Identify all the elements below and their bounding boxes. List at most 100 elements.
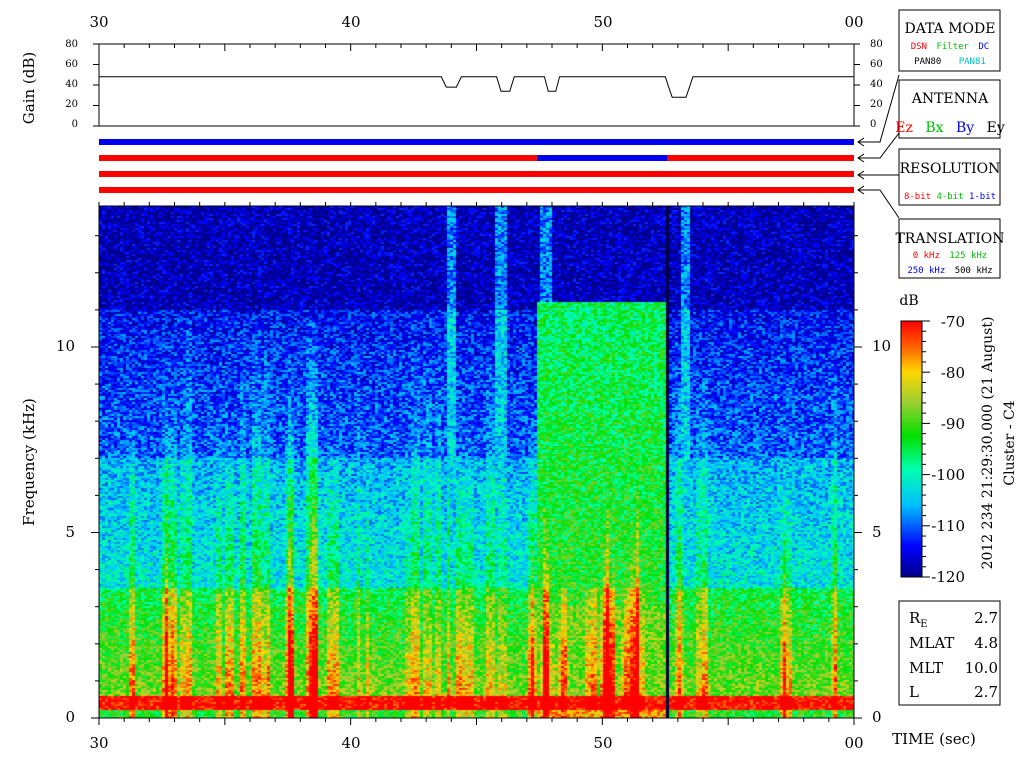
- bottom-time-tick: 00: [844, 734, 863, 752]
- legend-title: DATA MODE: [905, 21, 996, 37]
- freq-tick-label: 10: [56, 337, 75, 355]
- legend-item: By: [956, 120, 974, 136]
- spectrogram-canvas: [99, 206, 854, 718]
- legend-line: 250 kHz 500 kHz: [907, 266, 992, 276]
- top-time-tick: 40: [341, 13, 360, 31]
- legend-line: DSN Filter DC: [911, 42, 989, 52]
- orbit-value: 2.7: [974, 609, 998, 627]
- orbit-label-sub: E: [920, 619, 927, 630]
- legend-item: PAN81: [959, 57, 986, 67]
- gain-tick-label: 80: [870, 39, 883, 50]
- colorbar: dB -70 -80 -90 -100 -110 -120: [899, 293, 965, 586]
- colorbar-tick-label: -70: [941, 313, 965, 331]
- colorbar-tick-label: -80: [941, 364, 965, 382]
- legend-item: Ey: [987, 120, 1005, 136]
- gain-right-ticklabels: 80 60 40 20 0: [870, 39, 883, 130]
- gain-tick-label: 20: [65, 99, 78, 110]
- legend-item: 125 kHz: [949, 251, 987, 261]
- freq-tick-label: 0: [65, 708, 75, 726]
- freq-tick-label: 0: [872, 708, 882, 726]
- gain-panel-frame: [98, 43, 855, 127]
- status-bar-segment: [99, 187, 854, 193]
- orbit-value: 4.8: [974, 634, 998, 652]
- legend-title: ANTENNA: [911, 91, 989, 107]
- legend-item: 250 kHz: [907, 266, 945, 276]
- colorbar-unit: dB: [899, 293, 918, 309]
- legend-antenna: ANTENNA Ez Bx By Ey: [895, 79, 1005, 139]
- gain-ticks: [93, 43, 860, 127]
- orbit-label: L: [909, 683, 919, 701]
- legend-item: PAN80: [914, 57, 941, 67]
- colorbar-tick-label: -100: [931, 466, 965, 484]
- legend-item: 1-bit: [969, 192, 996, 202]
- legend-translation: TRANSLATION 0 kHz 125 kHz 250 kHz 500 kH…: [895, 218, 1005, 279]
- legend-item: DC: [978, 42, 989, 52]
- gain-tick-label: 40: [65, 79, 78, 90]
- legend-line: 8-bit 4-bit 1-bit: [904, 192, 996, 202]
- colorbar-ticks: [922, 320, 930, 578]
- bottom-time-axis: 30 40 50 00 TIME (sec): [89, 730, 975, 752]
- freq-tick-label: 5: [65, 523, 75, 541]
- orbit-label-main: R: [909, 609, 921, 627]
- legend-item: 4-bit: [936, 192, 963, 202]
- spectrogram-panel: 0 5 10 0 5 10 Frequency (kHz): [20, 202, 891, 726]
- spectrogram-image: [99, 206, 854, 718]
- figure-canvas: 30 40 50 00 80 60 40 20 0 80 60 40 20 0 …: [20, 9, 1018, 752]
- gain-tick-label: 0: [870, 119, 876, 130]
- legend-line: 0 kHz 125 kHz: [913, 251, 987, 261]
- gain-tick-label: 60: [65, 59, 78, 70]
- gain-left-ticklabels: 80 60 40 20 0: [65, 39, 78, 130]
- spacecraft-caption: Cluster - C4: [1002, 400, 1018, 485]
- gain-panel: 80 60 40 20 0 80 60 40 20 0 Gain (dB): [20, 39, 883, 130]
- colorbar-tick-label: -110: [931, 517, 965, 535]
- legend-data-mode: DATA MODE DSN Filter DC PAN80 PAN81: [898, 9, 1001, 72]
- gain-tick-label: 0: [72, 119, 78, 130]
- colorbar-ticklabels: -70 -80 -90 -100 -110 -120: [931, 313, 965, 586]
- timestamp-caption: 2012 234 21:29:30.000 (21 August): [980, 317, 996, 570]
- legend-resolution: RESOLUTION 8-bit 4-bit 1-bit: [898, 148, 1001, 206]
- bottom-time-tick: 50: [593, 734, 612, 752]
- bottom-time-tick: 40: [341, 734, 360, 752]
- colorbar-gradient: [900, 320, 923, 578]
- colorbar-tick-label: -120: [931, 568, 965, 586]
- status-bar-segment: [99, 171, 854, 177]
- gain-tick-label: 20: [870, 99, 883, 110]
- legend-title: RESOLUTION: [900, 161, 1001, 177]
- legend-item: 0 kHz: [913, 251, 940, 261]
- orbit-value: 10.0: [965, 659, 998, 677]
- bottom-time-tick: 30: [89, 734, 108, 752]
- status-bar-segment: [99, 155, 537, 161]
- legend-item: Bx: [925, 120, 943, 136]
- top-time-tick: 00: [844, 13, 863, 31]
- legend-item: DSN: [911, 42, 927, 52]
- gain-curve: [99, 76, 854, 98]
- legend-item: 500 kHz: [955, 266, 993, 276]
- status-bar-segment: [667, 155, 854, 161]
- freq-tick-label: 5: [872, 523, 882, 541]
- orbit-value: 2.7: [974, 683, 998, 701]
- top-time-tick: 50: [593, 13, 612, 31]
- top-time-tick: 30: [89, 13, 108, 31]
- orbit-label: MLT: [909, 659, 943, 677]
- orbit-info-box: RE 2.7 MLAT 4.8 MLT 10.0 L 2.7: [898, 600, 1001, 706]
- legend-item: Filter: [936, 42, 969, 52]
- connector-translation: [858, 189, 900, 219]
- gain-tick-label: 60: [870, 59, 883, 70]
- top-time-axis: 30 40 50 00: [89, 13, 863, 31]
- freq-tick-label: 10: [872, 337, 891, 355]
- legend-title: TRANSLATION: [895, 231, 1004, 247]
- orbit-label: MLAT: [909, 634, 954, 652]
- cluster-wbd-plot: 30 40 50 00 80 60 40 20 0 80 60 40 20 0 …: [0, 0, 1024, 768]
- status-bar-segment: [536, 155, 668, 161]
- colorbar-tick-label: -90: [941, 415, 965, 433]
- status-bars: [99, 139, 854, 193]
- legend-item: Ez: [895, 120, 913, 136]
- gain-tick-label: 40: [870, 79, 883, 90]
- freq-left-ticklabels: 0 5 10: [56, 337, 75, 726]
- legend-connectors: [857, 74, 900, 219]
- gain-tick-label: 80: [65, 39, 78, 50]
- legend-item: 8-bit: [904, 192, 931, 202]
- freq-axis-label: Frequency (kHz): [20, 398, 38, 526]
- status-bar-segment: [99, 139, 854, 145]
- time-axis-label: TIME (sec): [892, 730, 976, 748]
